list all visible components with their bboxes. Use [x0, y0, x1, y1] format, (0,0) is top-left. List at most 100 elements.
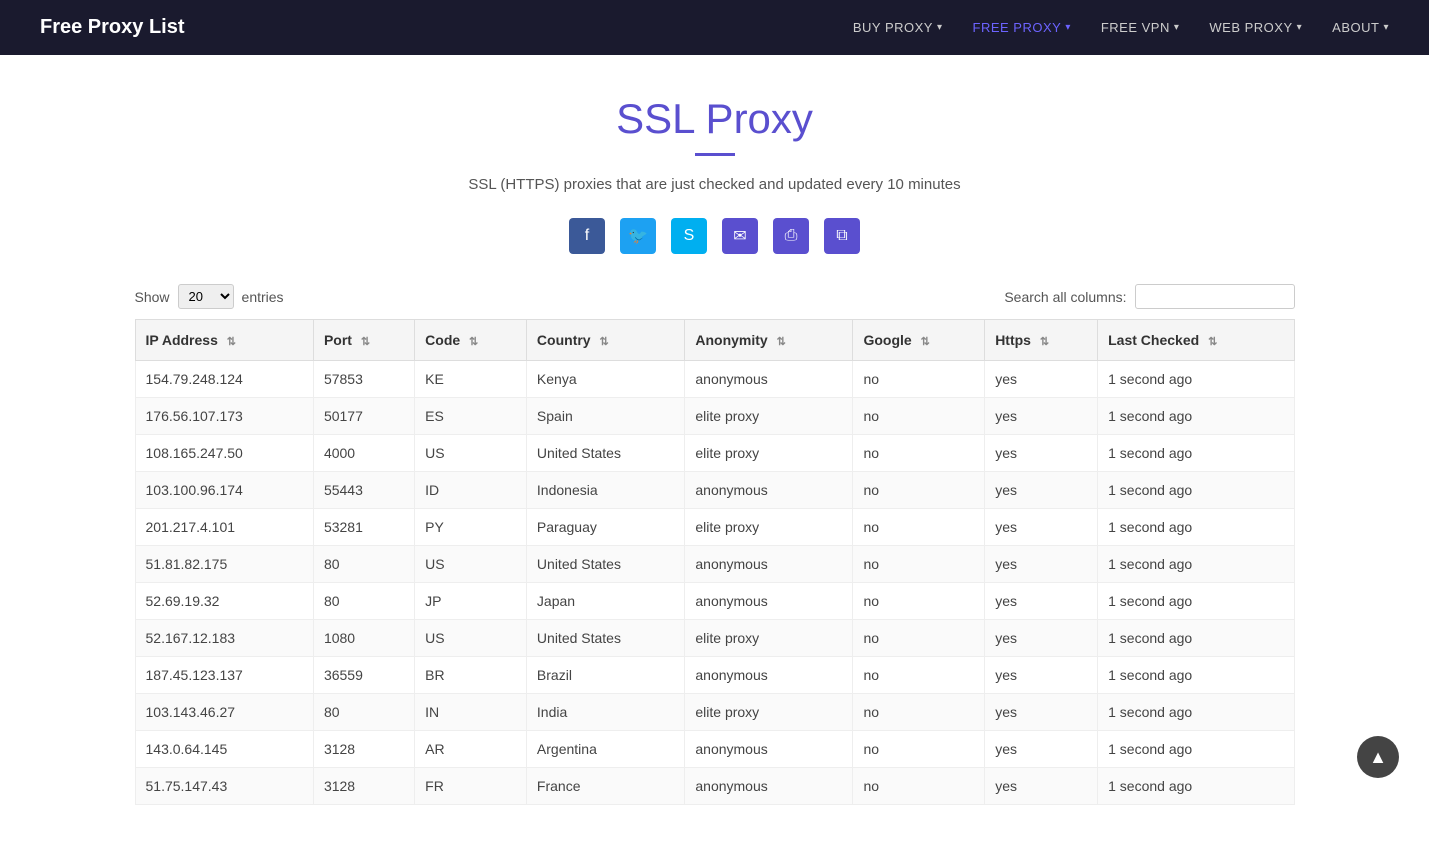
show-entries: Show 10 20 50 100 entries	[135, 284, 284, 309]
table-row: 103.143.46.2780INIndiaelite proxynoyes1 …	[135, 694, 1294, 731]
social-icon-skype[interactable]: S	[671, 218, 707, 254]
cell-google: no	[853, 620, 985, 657]
cell-country: Argentina	[526, 731, 684, 768]
nav-item-free-proxy: FREE PROXY ▾	[973, 20, 1071, 35]
navbar-brand[interactable]: Free Proxy List	[40, 16, 185, 39]
cell-https: yes	[985, 509, 1098, 546]
entries-select[interactable]: 10 20 50 100	[178, 284, 234, 309]
nav-links: BUY PROXY ▾ FREE PROXY ▾ FREE VPN ▾ WEB …	[853, 20, 1389, 35]
search-label: Search all columns:	[1004, 289, 1126, 305]
nav-link-buy-proxy[interactable]: BUY PROXY ▾	[853, 20, 943, 35]
page-subtitle: SSL (HTTPS) proxies that are just checke…	[135, 176, 1295, 193]
col-header-google[interactable]: Google ⇅	[853, 320, 985, 361]
cell-anonymity: anonymous	[685, 472, 853, 509]
cell-port: 80	[313, 694, 414, 731]
cell-google: no	[853, 509, 985, 546]
cell-last-checked: 1 second ago	[1098, 509, 1294, 546]
navbar: Free Proxy List BUY PROXY ▾ FREE PROXY ▾…	[0, 0, 1429, 55]
nav-caret-buy-proxy: ▾	[937, 22, 943, 33]
sort-icon-ip: ⇅	[227, 335, 236, 348]
col-header-last-checked[interactable]: Last Checked ⇅	[1098, 320, 1294, 361]
nav-link-free-vpn[interactable]: FREE VPN ▾	[1101, 20, 1180, 35]
cell-country: United States	[526, 546, 684, 583]
search-input[interactable]	[1135, 284, 1295, 309]
cell-code: US	[415, 546, 527, 583]
sort-icon-https: ⇅	[1040, 335, 1049, 348]
table-controls: Show 10 20 50 100 entries Search all col…	[135, 284, 1295, 309]
cell-code: KE	[415, 361, 527, 398]
cell-anonymity: elite proxy	[685, 620, 853, 657]
social-icon-email[interactable]: ✉	[722, 218, 758, 254]
table-row: 51.81.82.17580USUnited Statesanonymousno…	[135, 546, 1294, 583]
col-last-checked-label: Last Checked	[1108, 332, 1199, 348]
col-header-ip[interactable]: IP Address ⇅	[135, 320, 313, 361]
page-title: SSL Proxy	[135, 95, 1295, 143]
main-content: SSL Proxy SSL (HTTPS) proxies that are j…	[115, 55, 1315, 845]
cell-google: no	[853, 768, 985, 805]
table-row: 52.69.19.3280JPJapananonymousnoyes1 seco…	[135, 583, 1294, 620]
col-code-label: Code	[425, 332, 460, 348]
cell-last-checked: 1 second ago	[1098, 435, 1294, 472]
cell-ip: 187.45.123.137	[135, 657, 313, 694]
cell-google: no	[853, 472, 985, 509]
nav-caret-free-proxy: ▾	[1065, 22, 1071, 33]
cell-https: yes	[985, 657, 1098, 694]
col-header-port[interactable]: Port ⇅	[313, 320, 414, 361]
cell-code: BR	[415, 657, 527, 694]
col-header-country[interactable]: Country ⇅	[526, 320, 684, 361]
cell-port: 1080	[313, 620, 414, 657]
col-header-anonymity[interactable]: Anonymity ⇅	[685, 320, 853, 361]
social-icon-copy[interactable]: ⧉	[824, 218, 860, 254]
cell-port: 3128	[313, 768, 414, 805]
cell-code: ES	[415, 398, 527, 435]
show-label: Show	[135, 289, 170, 305]
cell-https: yes	[985, 694, 1098, 731]
col-google-label: Google	[863, 332, 911, 348]
cell-ip: 52.69.19.32	[135, 583, 313, 620]
table-row: 154.79.248.12457853KEKenyaanonymousnoyes…	[135, 361, 1294, 398]
table-row: 52.167.12.1831080USUnited Stateselite pr…	[135, 620, 1294, 657]
table-row: 103.100.96.17455443IDIndonesiaanonymousn…	[135, 472, 1294, 509]
social-icon-twitter[interactable]: 🐦	[620, 218, 656, 254]
nav-item-buy-proxy: BUY PROXY ▾	[853, 20, 943, 35]
cell-google: no	[853, 731, 985, 768]
cell-ip: 176.56.107.173	[135, 398, 313, 435]
cell-last-checked: 1 second ago	[1098, 657, 1294, 694]
nav-link-free-proxy[interactable]: FREE PROXY ▾	[973, 20, 1071, 35]
cell-anonymity: anonymous	[685, 731, 853, 768]
cell-ip: 103.100.96.174	[135, 472, 313, 509]
cell-ip: 51.75.147.43	[135, 768, 313, 805]
col-ip-label: IP Address	[146, 332, 218, 348]
cell-google: no	[853, 361, 985, 398]
cell-ip: 51.81.82.175	[135, 546, 313, 583]
col-header-https[interactable]: Https ⇅	[985, 320, 1098, 361]
social-icon-print[interactable]: ⎙	[773, 218, 809, 254]
cell-code: PY	[415, 509, 527, 546]
cell-ip: 143.0.64.145	[135, 731, 313, 768]
skype-icon: S	[684, 227, 695, 245]
col-port-label: Port	[324, 332, 352, 348]
nav-link-about[interactable]: ABOUT ▾	[1332, 20, 1389, 35]
cell-country: France	[526, 768, 684, 805]
cell-google: no	[853, 435, 985, 472]
social-icons: f 🐦 S ✉ ⎙ ⧉	[135, 218, 1295, 254]
cell-port: 4000	[313, 435, 414, 472]
cell-country: Japan	[526, 583, 684, 620]
cell-last-checked: 1 second ago	[1098, 361, 1294, 398]
cell-country: Paraguay	[526, 509, 684, 546]
cell-country: United States	[526, 435, 684, 472]
nav-caret-web-proxy: ▾	[1297, 22, 1303, 33]
col-header-code[interactable]: Code ⇅	[415, 320, 527, 361]
nav-link-web-proxy[interactable]: WEB PROXY ▾	[1209, 20, 1302, 35]
col-anonymity-label: Anonymity	[695, 332, 767, 348]
scroll-top-button[interactable]: ▲	[1357, 736, 1399, 778]
cell-port: 55443	[313, 472, 414, 509]
sort-icon-google: ⇅	[921, 335, 930, 348]
cell-port: 3128	[313, 731, 414, 768]
social-icon-facebook[interactable]: f	[569, 218, 605, 254]
cell-google: no	[853, 694, 985, 731]
cell-code: AR	[415, 731, 527, 768]
title-underline	[695, 153, 735, 156]
nav-item-web-proxy: WEB PROXY ▾	[1209, 20, 1302, 35]
cell-https: yes	[985, 398, 1098, 435]
